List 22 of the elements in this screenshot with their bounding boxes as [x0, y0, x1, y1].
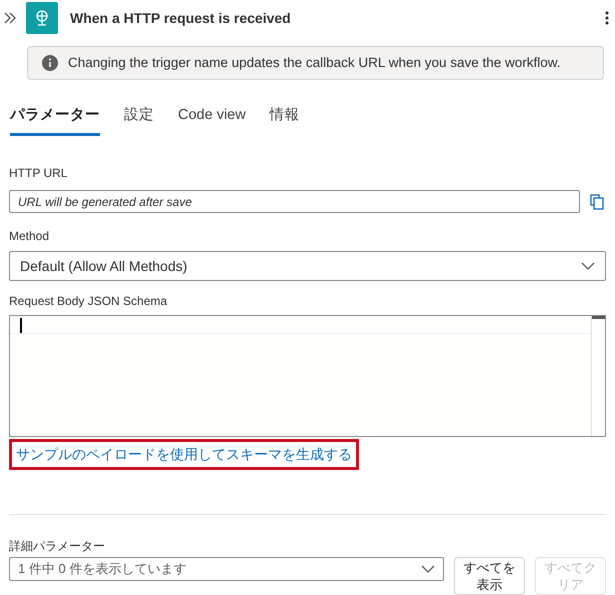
tab[interactable]: パラメーター — [10, 98, 100, 136]
action-button[interactable]: すべてを表示 — [454, 557, 525, 595]
schema-editor[interactable] — [9, 315, 606, 437]
method-dropdown[interactable]: Default (Allow All Methods) — [9, 251, 606, 281]
url-field[interactable]: URL will be generated after save — [9, 190, 580, 213]
field-label: HTTP URL — [9, 165, 68, 182]
info-icon — [42, 54, 58, 71]
field-label: Request Body JSON Schema — [9, 293, 168, 310]
tab[interactable]: Code view — [178, 98, 246, 136]
info-message: Changing the trigger name updates the callback URL when you save the workflow. — [68, 54, 561, 72]
trigger-title: When a HTTP request is received — [70, 8, 292, 28]
expand-icon[interactable] — [4, 12, 16, 24]
advanced-parameters-dropdown[interactable]: 1 件中 0 件を表示しています — [9, 557, 444, 581]
field-label: Method — [9, 228, 50, 245]
more-icon[interactable] — [605, 11, 609, 26]
copy-icon[interactable] — [590, 194, 604, 210]
field-label: 詳細パラメーター — [9, 538, 106, 555]
chevron-down-icon — [421, 565, 435, 573]
tab[interactable]: 情報 — [270, 98, 300, 136]
tab[interactable]: 設定 — [124, 98, 154, 136]
chevron-down-icon — [581, 262, 595, 270]
generate-schema-link[interactable]: サンプルのペイロードを使用してスキーマを生成する — [9, 439, 359, 470]
